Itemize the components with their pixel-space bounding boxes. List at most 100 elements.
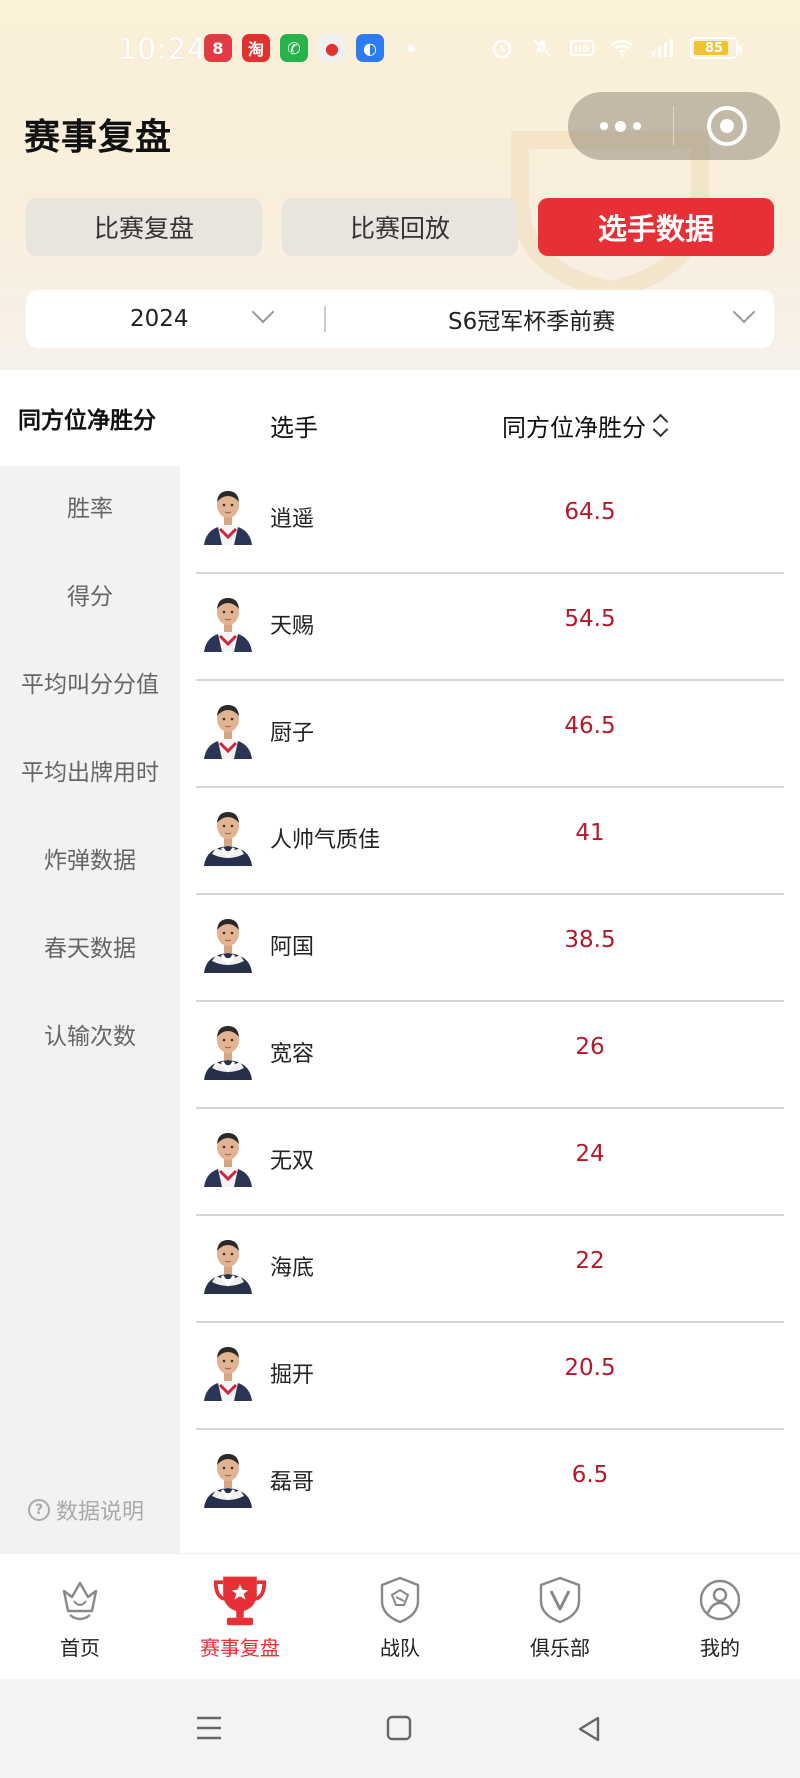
data-help-link[interactable]: ? 数据说明 [28,1494,144,1526]
player-score: 38.5 [564,927,616,953]
table-row[interactable]: 人帅气质佳 41 [196,788,784,895]
home-square-icon[interactable] [386,1715,412,1741]
more-dot-icon [633,122,641,130]
nav-label: 我的 [700,1636,740,1660]
mute-icon [532,38,552,58]
target-close-icon [707,106,747,146]
table-row[interactable]: 宽容 26 [196,1002,784,1109]
status-system-icons: HD 85 [490,36,742,60]
player-avatar [200,1018,256,1080]
column-header-score[interactable]: 同方位净胜分 [502,408,670,443]
table-row[interactable]: 阿国 38.5 [196,895,784,1002]
player-name: 人帅气质佳 [270,828,381,853]
page-title: 赛事复盘 [24,117,173,158]
tab-match-replay[interactable]: 比赛回放 [282,198,518,256]
sidebar-item-2[interactable]: 得分 [0,548,180,638]
player-score: 24 [575,1141,605,1167]
tab-match-review[interactable]: 比赛复盘 [26,198,262,256]
player-avatar [200,804,256,866]
status-time: 10:24 [118,32,207,66]
player-score: 22 [575,1248,605,1274]
nav-item-team[interactable]: 战队 [320,1554,480,1679]
player-score: 54.5 [564,606,616,632]
nav-item-match-review[interactable]: 赛事复盘 [160,1554,320,1679]
table-row[interactable]: 厨子 46.5 [196,681,784,788]
hd-icon: HD [570,40,594,56]
player-score: 20.5 [564,1355,616,1381]
column-header-player: 选手 [270,414,318,442]
nav-item-home[interactable]: 首页 [0,1554,160,1679]
crown-home-icon [52,1572,108,1628]
taobao-app-icon: 淘 [242,34,270,62]
chevron-down-icon [732,300,756,324]
more-options-button[interactable] [568,92,673,160]
player-ranking-list: 逍遥 64.5 天赐 54.5 厨子 46.5 人帅气质佳 41 阿国 38.5 宽容 26 无双 24 海… [196,467,784,1537]
player-avatar [200,590,256,652]
filter-bar: 2024 S6冠军杯季前赛 [26,290,774,348]
status-bar: 10:24 8 淘 ✆ ● ◐ HD 85 [0,0,800,100]
nav-label: 首页 [60,1636,100,1660]
sort-toggle-icon[interactable] [652,412,670,440]
player-name: 磊哥 [270,1470,315,1495]
column-header-score-label: 同方位净胜分 [502,414,646,442]
map-app-icon: ● [318,34,346,62]
close-miniprogram-button[interactable] [674,92,780,160]
main-content: 认输次数 春天数据 炸弹数据 平均出牌用时 平均叫分分值 得分 胜率 同方位净胜分 ? 数据说… [0,370,800,1553]
chevron-down-icon [251,300,275,324]
player-score: 26 [575,1034,605,1060]
tab-bar: 比赛复盘 比赛回放 选手数据 [26,198,774,256]
game-app-icon: 8 [204,34,232,62]
browser-app-icon: ◐ [356,34,384,62]
question-circle-icon: ? [28,1499,50,1521]
player-score: 64.5 [564,499,616,525]
phone-app-icon: ✆ [280,34,308,62]
player-name: 掘开 [270,1363,315,1388]
table-row[interactable]: 磊哥 6.5 [196,1430,784,1537]
menu-icon[interactable] [195,1715,223,1741]
alarm-icon [492,39,512,59]
player-avatar [200,697,256,759]
bottom-navigation: 首页 赛事复盘 战队 俱乐部 我的 [0,1553,800,1679]
back-icon[interactable] [576,1715,602,1743]
nav-label: 战队 [380,1636,420,1660]
player-score: 6.5 [571,1462,609,1488]
nav-item-club[interactable]: 俱乐部 [480,1554,640,1679]
user-profile-icon [692,1572,748,1628]
signal-icon [652,39,673,57]
player-name: 海底 [270,1256,315,1281]
player-name: 宽容 [270,1042,315,1067]
system-navigation-bar [0,1679,800,1778]
sidebar-item-0[interactable]: 同方位净胜分 [0,370,180,466]
sidebar-item-5[interactable]: 炸弹数据 [0,812,180,902]
nav-item-profile[interactable]: 我的 [640,1554,800,1679]
player-avatar [200,911,256,973]
sidebar-item-7[interactable]: 认输次数 [0,988,180,1078]
notification-dot-icon [408,44,415,52]
wifi-icon [611,40,633,58]
table-row[interactable]: 掘开 20.5 [196,1323,784,1430]
v-badge-club-icon [532,1572,588,1628]
more-dot-icon [615,120,626,132]
table-row[interactable]: 逍遥 64.5 [196,467,784,574]
player-name: 厨子 [270,721,315,746]
stat-category-sidebar: 认输次数 春天数据 炸弹数据 平均出牌用时 平均叫分分值 得分 胜率 同方位净胜分 ? 数据说… [0,370,180,1553]
sidebar-item-3[interactable]: 平均叫分分值 [0,636,180,726]
table-row[interactable]: 海底 22 [196,1216,784,1323]
player-avatar [200,483,256,545]
more-dot-icon [600,122,608,130]
sidebar-item-6[interactable]: 春天数据 [0,900,180,990]
trophy-icon [212,1572,268,1628]
player-avatar [200,1446,256,1508]
year-select[interactable]: 2024 [26,290,324,348]
player-avatar [200,1232,256,1294]
battery-icon: 85 [690,37,742,59]
table-row[interactable]: 天赐 54.5 [196,574,784,681]
player-avatar [200,1339,256,1401]
sidebar-item-1[interactable]: 胜率 [0,460,180,550]
sidebar-item-4[interactable]: 平均出牌用时 [0,724,180,814]
table-row[interactable]: 无双 24 [196,1109,784,1216]
table-header: 选手 同方位净胜分 [180,370,800,470]
player-name: 逍遥 [270,507,315,532]
tab-player-data[interactable]: 选手数据 [538,198,774,256]
season-select[interactable]: S6冠军杯季前赛 [326,290,774,348]
